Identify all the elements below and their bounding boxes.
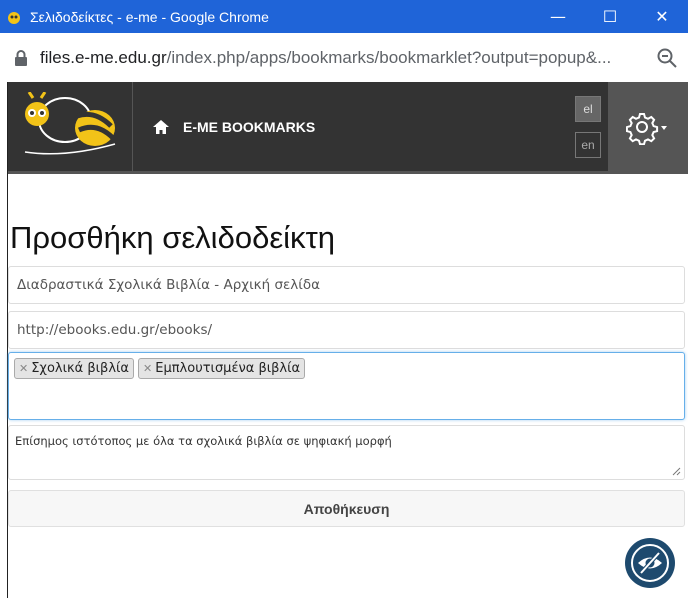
description-text: Επίσημος ιστότοπος με όλα τα σχολικά βιβ… bbox=[15, 434, 392, 448]
lang-el-button[interactable]: el bbox=[575, 95, 601, 122]
bee-logo-icon bbox=[24, 91, 116, 155]
eye-slash-icon bbox=[631, 544, 669, 582]
tag-label: Εμπλουτισμένα βιβλία bbox=[155, 361, 301, 376]
window-left-edge bbox=[0, 82, 8, 598]
resize-grip-icon[interactable] bbox=[672, 467, 681, 476]
save-button[interactable]: Αποθήκευση bbox=[8, 490, 685, 527]
address-bar[interactable]: files.e-me.edu.gr/index.php/apps/bookmar… bbox=[0, 33, 688, 83]
brand-label: E-ME BOOKMARKS bbox=[183, 118, 316, 135]
tag-label: Σχολικά βιβλία bbox=[31, 361, 130, 376]
settings-dropdown-button[interactable] bbox=[608, 82, 688, 171]
minimize-icon[interactable]: — bbox=[532, 0, 584, 33]
app-navbar: E-ME BOOKMARKS el en bbox=[8, 82, 688, 174]
tag-chip: ✕ Εμπλουτισμένα βιβλία bbox=[138, 358, 306, 379]
page-title: Προσθήκη σελιδοδείκτη bbox=[10, 220, 336, 255]
close-icon[interactable]: ✕ bbox=[636, 0, 688, 33]
brand-link[interactable]: E-ME BOOKMARKS bbox=[133, 82, 568, 171]
e-me-logo[interactable] bbox=[8, 82, 133, 171]
url-host: files.e-me.edu.gr bbox=[40, 47, 167, 67]
title-input[interactable]: Διαδραστικά Σχολικά Βιβλία - Αρχική σελί… bbox=[8, 266, 685, 304]
caret-down-icon bbox=[661, 125, 667, 130]
lock-icon bbox=[15, 49, 27, 66]
lang-en-button[interactable]: en bbox=[575, 131, 601, 158]
url-path: /index.php/apps/bookmarks/bookmarklet?ou… bbox=[166, 47, 612, 67]
remove-tag-icon[interactable]: ✕ bbox=[19, 362, 28, 375]
remove-tag-icon[interactable]: ✕ bbox=[143, 362, 152, 375]
url-text[interactable]: files.e-me.edu.gr/index.php/apps/bookmar… bbox=[40, 48, 656, 68]
browser-titlebar: Σελιδοδείκτες - e-me - Google Chrome — ☐… bbox=[0, 0, 688, 33]
language-switcher: el en bbox=[568, 82, 608, 171]
description-textarea[interactable]: Επίσημος ιστότοπος με όλα τα σχολικά βιβ… bbox=[8, 425, 685, 480]
accessibility-button[interactable] bbox=[625, 538, 675, 588]
window-title: Σελιδοδείκτες - e-me - Google Chrome bbox=[30, 8, 269, 25]
tags-input[interactable]: ✕ Σχολικά βιβλία ✕ Εμπλουτισμένα βιβλία bbox=[8, 352, 685, 420]
zoom-icon[interactable] bbox=[656, 47, 678, 69]
e-me-favicon-icon bbox=[8, 11, 20, 24]
url-input[interactable]: http://ebooks.edu.gr/ebooks/ bbox=[8, 311, 685, 349]
gear-icon bbox=[626, 112, 667, 145]
maximize-icon[interactable]: ☐ bbox=[584, 0, 636, 33]
home-icon bbox=[153, 119, 169, 134]
tag-chip: ✕ Σχολικά βιβλία bbox=[14, 358, 135, 379]
